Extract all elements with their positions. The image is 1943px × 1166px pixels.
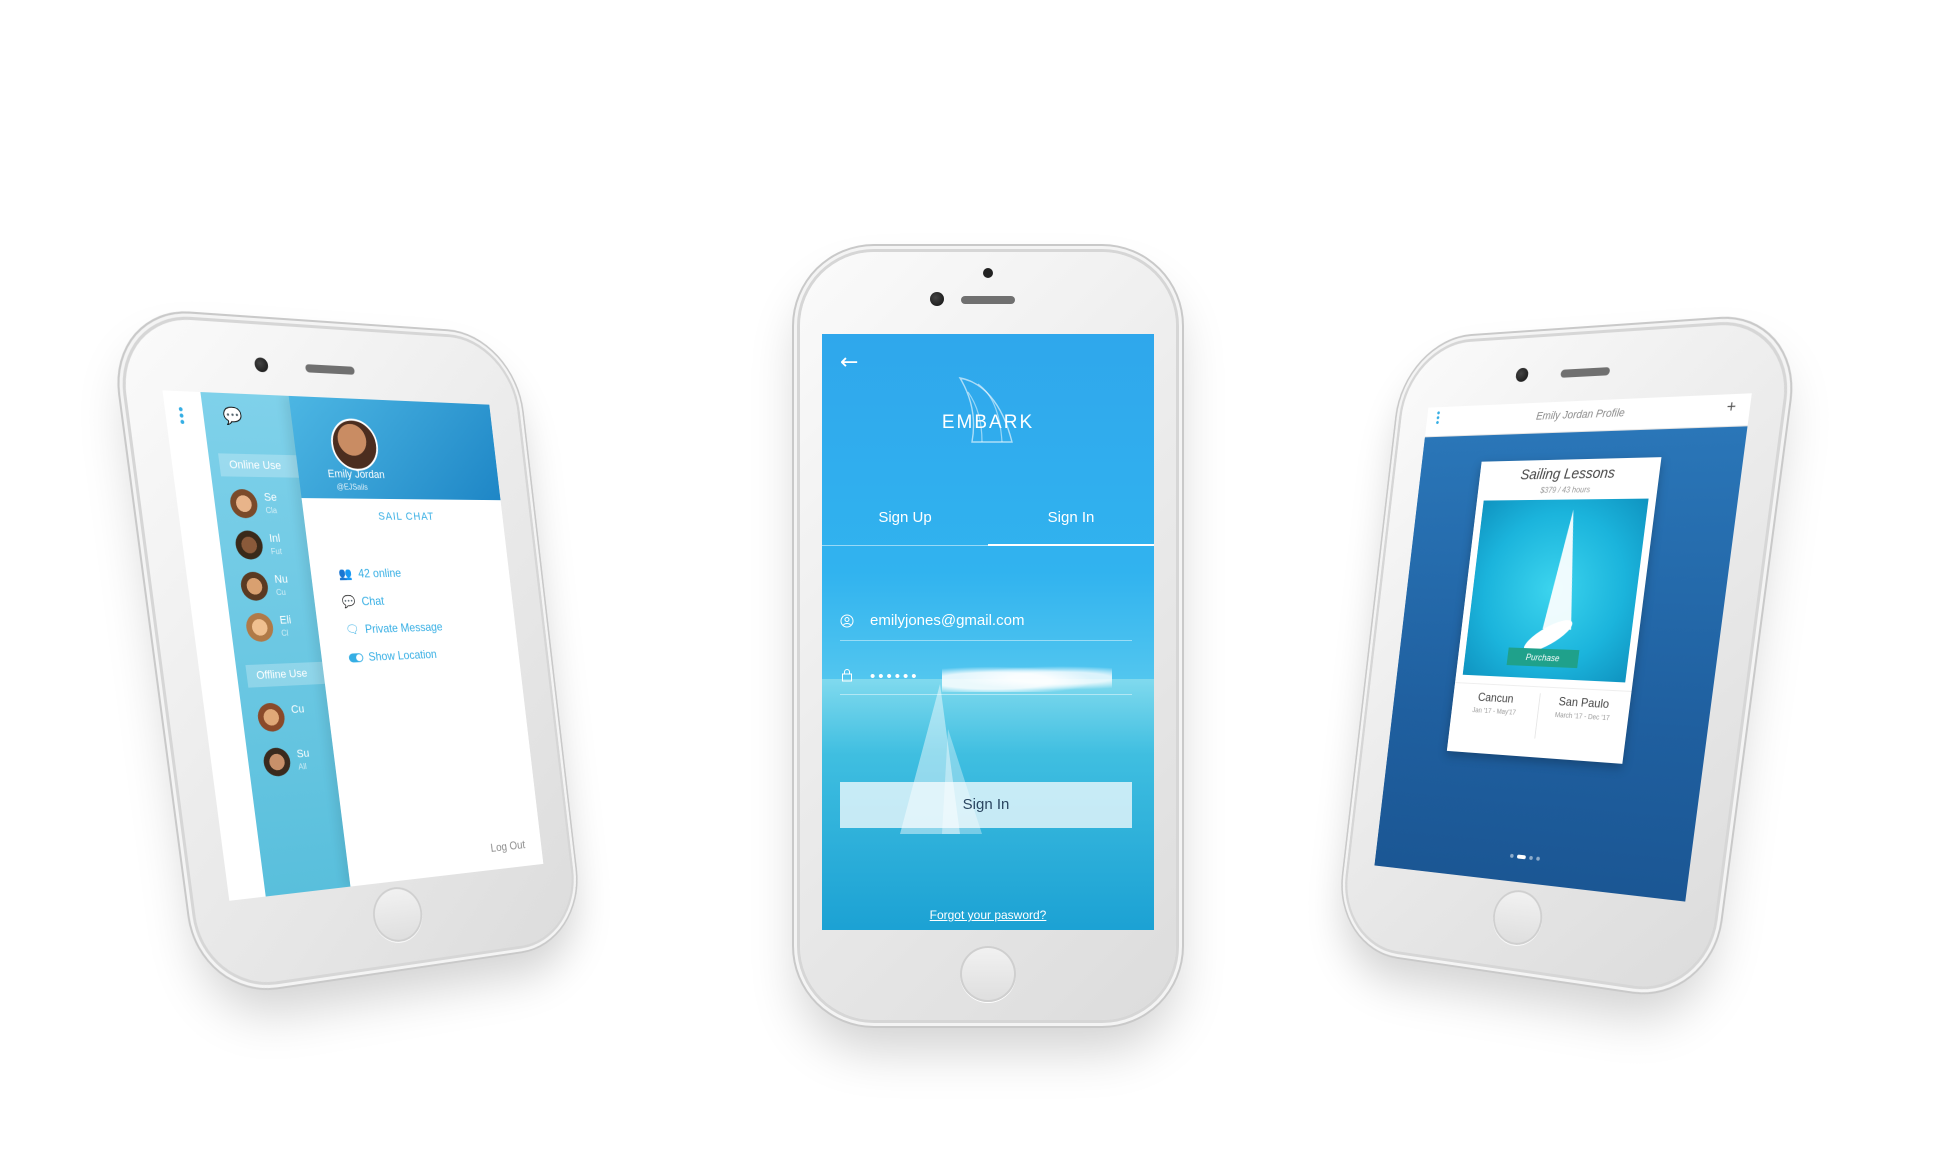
date-range: Jan '17 - May'17 (1471, 707, 1517, 717)
phone-center: ← EMBARK Sign Up Sign In emilyjones@gmai… (800, 252, 1176, 1020)
avatar (256, 702, 287, 733)
app-showcase: • • • 💬 Online Use Se Cla Inl Fut Nu Cu … (0, 0, 1943, 1166)
forgot-password-link[interactable]: Forgot your pasword? (822, 908, 1154, 922)
user-name: Su (296, 747, 311, 761)
password-field[interactable]: •••••• (840, 660, 1132, 695)
city-name: Cancun (1477, 690, 1515, 706)
menu-item-private-message[interactable]: 🗨 Private Message (345, 620, 444, 643)
page-dot (1509, 853, 1514, 859)
logo: EMBARK (822, 372, 1154, 452)
home-button (1490, 887, 1546, 948)
chat-menu-screen: • • • 💬 Online Use Se Cla Inl Fut Nu Cu … (162, 390, 544, 901)
brand-title: EMBARK (941, 412, 1035, 433)
tab-sign-in[interactable]: Sign In (988, 509, 1154, 526)
sign-in-screen: ← EMBARK Sign Up Sign In emilyjones@gmai… (822, 334, 1154, 930)
card-price: $379 / 43 hours (1539, 485, 1591, 495)
city-name: San Paulo (1557, 694, 1610, 712)
front-camera (253, 357, 269, 373)
user-sub: All (297, 761, 308, 772)
app-brand: SAIL CHAT (377, 510, 435, 523)
speaker (1560, 367, 1611, 378)
tab-active-indicator (988, 544, 1154, 546)
date-range: March '17 - Dec '17 (1554, 712, 1610, 723)
user-sub: Cu (275, 587, 287, 598)
speaker (304, 364, 356, 375)
lock-icon (842, 669, 852, 682)
menu-label: 42 online (357, 565, 402, 581)
profile-handle: @EJSails (336, 482, 369, 492)
password-value: •••••• (870, 668, 920, 685)
auth-tabs: Sign Up Sign In (822, 509, 1154, 547)
avatar (228, 488, 260, 519)
purchase-button[interactable]: Purchase (1506, 647, 1580, 669)
date-option-san-paulo[interactable]: San Paulo March '17 - Dec '17 (1537, 693, 1631, 723)
logout-button[interactable]: Log Out (490, 838, 526, 855)
user-name: Nu (273, 573, 289, 586)
avatar (233, 530, 265, 560)
user-name: Eli (278, 614, 292, 627)
sail-shape (1542, 509, 1587, 630)
user-name: Se (263, 491, 278, 504)
avatar (244, 612, 275, 643)
user-sub: Cla (265, 505, 278, 516)
date-option-cancun[interactable]: Cancun Jan '17 - May'17 (1451, 689, 1539, 718)
dates-row: Cancun Jan '17 - May'17 San Paulo March … (1448, 682, 1632, 753)
phone-right: • • • Emily Jordan Profile + Sailing Lesso… (1340, 320, 1794, 996)
front-camera (1515, 367, 1529, 383)
menu-item-online[interactable]: 👥 42 online (338, 566, 403, 587)
user-sub: Cl (280, 628, 290, 638)
users-icon: 👥 (337, 566, 353, 581)
page-title: Emily Jordan Profile (1535, 407, 1626, 423)
page-dot (1536, 856, 1541, 861)
speaker (961, 296, 1015, 304)
email-field[interactable]: emilyjones@gmail.com (840, 606, 1132, 641)
user-icon (840, 614, 854, 628)
profile-screen: • • • Emily Jordan Profile + Sailing Lesso… (1374, 393, 1752, 902)
message-icon: 🗨 (344, 622, 360, 637)
chat-bubble-icon[interactable]: 💬 (222, 405, 244, 426)
page-dot (1529, 855, 1534, 861)
menu-label: Chat (360, 593, 385, 609)
email-value: emilyjones@gmail.com (870, 612, 1025, 629)
home-button (960, 946, 1016, 1002)
avatar (239, 571, 270, 601)
page-dot-active (1516, 854, 1527, 860)
back-arrow-icon[interactable]: ← (840, 352, 858, 374)
chat-icon: 💬 (341, 594, 357, 609)
menu-item-chat[interactable]: 💬 Chat (341, 594, 386, 615)
profile-name: Emily Jordan (327, 468, 386, 482)
home-button (369, 884, 426, 945)
menu-dots-icon[interactable]: • • • (176, 403, 187, 432)
card-title: Sailing Lessons (1519, 464, 1617, 484)
menu-item-show-location[interactable]: Show Location (348, 647, 438, 670)
user-name: Cu (290, 703, 305, 717)
phone-left: • • • 💬 Online Use Se Cla Inl Fut Nu Cu … (115, 315, 579, 992)
sailing-photo: Purchase (1462, 498, 1649, 683)
avatar (261, 746, 292, 778)
profile-header: Emily Jordan @EJSails (288, 395, 501, 501)
sign-in-button[interactable]: Sign In (840, 782, 1132, 828)
location-toggle[interactable] (348, 653, 364, 663)
menu-label: Show Location (367, 647, 438, 664)
avatar[interactable] (328, 417, 381, 472)
earpiece-dot (983, 268, 993, 278)
tab-sign-up[interactable]: Sign Up (822, 509, 988, 526)
user-sub: Fut (270, 546, 283, 557)
front-camera (930, 292, 944, 306)
user-name: Inl (268, 532, 282, 545)
menu-label: Private Message (364, 619, 444, 637)
